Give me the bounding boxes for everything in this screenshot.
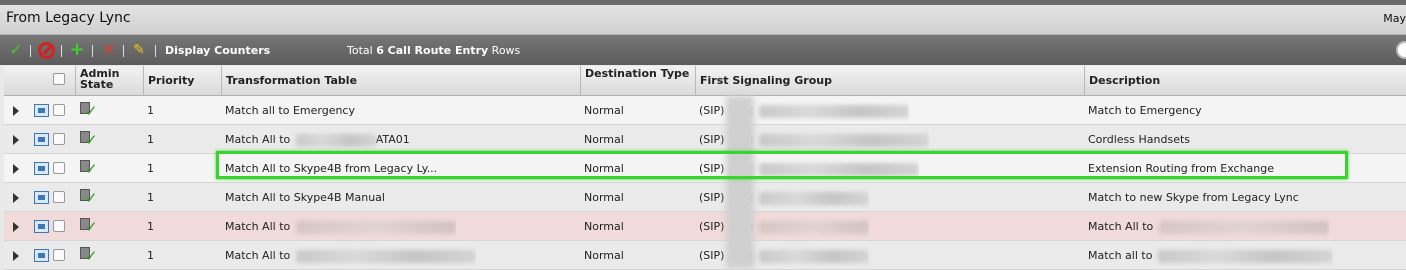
row-total: Total 6 Call Route Entry Rows [347, 44, 521, 57]
redacted-region [726, 96, 754, 268]
cell-priority: 1 [147, 249, 154, 262]
admin-state-enabled-icon: ✓ [80, 131, 98, 149]
cell-priority: 1 [147, 220, 154, 233]
admin-state-enabled-icon: ✓ [80, 102, 98, 120]
cell-destination-type: Normal [584, 191, 624, 204]
select-all-checkbox[interactable] [53, 73, 65, 85]
separator [30, 45, 31, 57]
row-checkbox[interactable] [53, 220, 65, 232]
table-row[interactable]: ✓ 1 Match all to Emergency Normal (SIP) … [4, 96, 1406, 125]
search-icon[interactable] [1396, 41, 1406, 59]
folder-icon[interactable] [34, 191, 49, 204]
admin-state-enabled-icon: ✓ [80, 218, 98, 236]
separator [155, 45, 156, 57]
add-icon[interactable]: + [69, 41, 85, 59]
cell-description: Match to Emergency [1088, 104, 1202, 117]
cell-signaling-group: (SIP) [695, 241, 870, 270]
cell-transformation-table: Match All to ATA01 [225, 133, 410, 147]
edit-icon[interactable]: ✎ [131, 42, 147, 58]
row-checkbox[interactable] [53, 133, 65, 145]
page-title: From Legacy Lync [6, 10, 131, 26]
cell-transformation-table: Match All to [221, 241, 476, 270]
cell-signaling-group: (SIP) : [695, 183, 870, 212]
expand-arrow-icon[interactable] [13, 135, 19, 145]
separator [92, 45, 93, 57]
col-admin-state[interactable]: Admin State [75, 66, 143, 96]
cell-description: Cordless Handsets [1088, 133, 1191, 146]
expand-arrow-icon[interactable] [13, 106, 19, 116]
expand-arrow-icon[interactable] [13, 164, 19, 174]
col-transformation-table[interactable]: Transformation Table [221, 66, 580, 96]
admin-state-enabled-icon: ✓ [80, 189, 98, 207]
row-checkbox[interactable] [53, 191, 65, 203]
cell-priority: 1 [147, 162, 154, 175]
expand-arrow-icon[interactable] [13, 251, 19, 261]
cell-transformation-table: Match All to Skype4B Manual [225, 191, 385, 204]
highlight-box [216, 151, 1348, 179]
separator [123, 45, 124, 57]
table-row[interactable]: ✓ 1 Match All to Normal (SIP) Match all … [4, 241, 1406, 270]
cell-transformation-table: Match All to [221, 212, 456, 241]
expand-arrow-icon[interactable] [13, 193, 19, 203]
folder-icon[interactable] [34, 249, 49, 262]
display-counters-button[interactable]: Display Counters [165, 44, 270, 57]
admin-state-enabled-icon: ✓ [80, 160, 98, 178]
cell-destination-type: Normal [584, 220, 624, 233]
col-priority[interactable]: Priority [143, 66, 221, 96]
title-bar: From Legacy Lync May [0, 5, 1406, 35]
cell-description: Match to new Skype from Legacy Lync [1088, 191, 1299, 204]
table-row[interactable]: ✓ 1 Match All to Skype4B Manual Normal (… [4, 183, 1406, 212]
cell-destination-type: Normal [584, 133, 624, 146]
col-description[interactable]: Description [1084, 66, 1406, 96]
table-row[interactable]: ✓ 1 Match All to ATA01 Normal (SIP) : Co… [4, 125, 1406, 154]
folder-icon[interactable] [34, 162, 49, 175]
row-checkbox[interactable] [53, 162, 65, 174]
separator [61, 45, 62, 57]
cell-description: Match All to [1084, 212, 1329, 241]
apply-check-icon[interactable]: ✓ [8, 42, 24, 58]
table-row[interactable]: ✓ 1 Match All to Normal (SIP) : Match Al… [4, 212, 1406, 241]
folder-icon[interactable] [34, 104, 49, 117]
table-header: Admin State Priority Transformation Tabl… [4, 66, 1406, 96]
cell-transformation-table: Match all to Emergency [225, 104, 355, 117]
toolbar: ✓ + ✕ ✎ Display Counters Total 6 Call Ro… [0, 35, 1406, 65]
folder-icon[interactable] [34, 133, 49, 146]
title-right-text: May [1383, 12, 1406, 25]
row-checkbox[interactable] [53, 249, 65, 261]
row-checkbox[interactable] [53, 104, 65, 116]
cell-priority: 1 [147, 104, 154, 117]
col-first-signaling-group[interactable]: First Signaling Group [695, 66, 1084, 96]
expand-arrow-icon[interactable] [13, 222, 19, 232]
cell-priority: 1 [147, 191, 154, 204]
folder-icon[interactable] [34, 220, 49, 233]
cell-signaling-group: (SIP) : [695, 212, 870, 241]
col-destination-type[interactable]: Destination Type [580, 66, 695, 96]
cell-description: Match all to [1084, 241, 1333, 270]
cell-destination-type: Normal [584, 104, 624, 117]
admin-state-enabled-icon: ✓ [80, 247, 98, 265]
cell-priority: 1 [147, 133, 154, 146]
disable-icon[interactable] [38, 42, 55, 59]
cell-destination-type: Normal [584, 249, 624, 262]
delete-icon[interactable]: ✕ [101, 42, 117, 58]
